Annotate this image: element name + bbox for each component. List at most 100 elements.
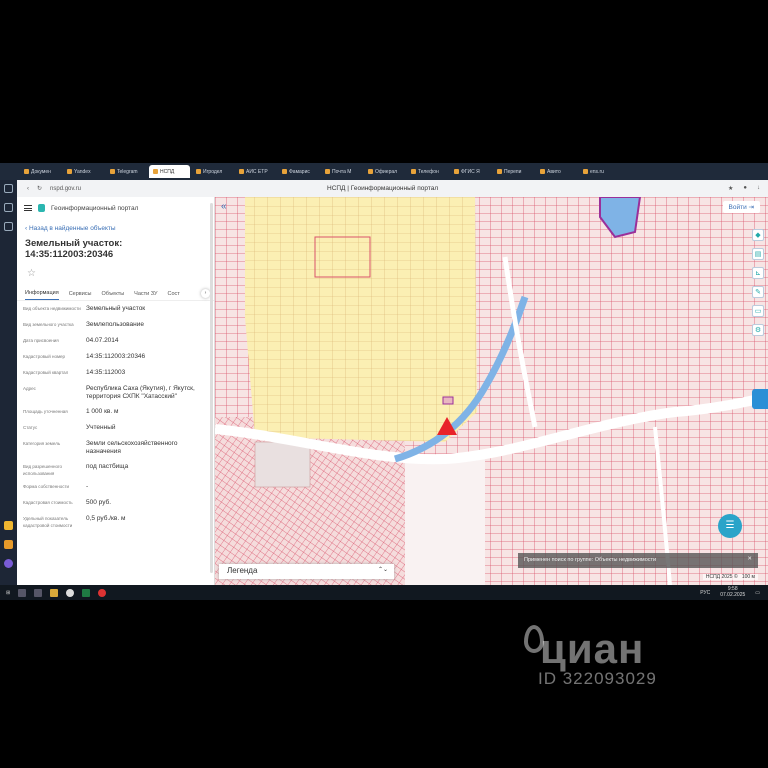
language-indicator[interactable]: РУС [700,590,710,596]
chevron-icon: ⌃⌄ [377,567,388,573]
tab-favicon [540,169,545,174]
field-value: 14:35:112003 [86,369,126,376]
info-row: Удельный показатель кадастровой стоимост… [23,515,208,529]
browser-tab[interactable]: Перепи [493,165,534,178]
map-canvas[interactable] [215,197,768,585]
panel-tab[interactable]: Информация [25,290,59,300]
field-label: Адрес [23,386,36,391]
profile-icon[interactable]: ● [743,185,747,192]
sidebar-mail-icon[interactable] [4,540,13,549]
field-label: Удельный показатель кадастровой стоимост… [23,516,73,529]
start-icon[interactable]: ⊞ [6,590,10,596]
tabs-next-button[interactable]: › [201,289,210,298]
favorite-star-icon[interactable]: ☆ [17,260,214,287]
browser-tab-bar: Докумен Yandex Telegram НСПД Игродел АИС ЕТР Ф… [0,163,768,180]
field-label: Кадастровый квартал [23,370,69,375]
panel-tab[interactable]: Сост [168,291,180,297]
info-row: Вид объекта недвижимости Земельный участо… [23,305,208,315]
tab-favicon [411,169,416,174]
bookmark-icon[interactable]: ★ [728,185,733,192]
browser-tab[interactable]: НСПД [149,165,190,178]
sidebar-video-icon[interactable] [4,184,13,193]
tab-label: Авито [547,168,561,175]
back-icon[interactable]: ‹ [27,186,29,192]
tab-favicon [153,169,158,174]
notifications-icon[interactable]: ▭ [755,590,760,596]
print-icon[interactable]: ▭ [752,305,764,317]
browser-tab[interactable]: Почта М [321,165,362,178]
field-value: 500 руб. [86,499,112,507]
excel-icon[interactable] [82,588,91,597]
field-value: 04.07.2014 [86,337,119,344]
login-button[interactable]: Войти ⇥ [722,201,760,213]
basemap-icon[interactable]: ▤ [752,248,764,260]
sidebar-vk-icon[interactable] [4,203,13,212]
screen: Докумен Yandex Telegram НСПД Игродел АИС ЕТР Ф… [0,163,768,600]
field-label: Дата присвоения [23,338,59,343]
info-row: Категория земель Земли сельскохозяйственн… [23,440,208,457]
browser-tab[interactable]: АИС ЕТР [235,165,276,178]
close-icon[interactable]: ✕ [747,556,752,562]
panel-scrollbar[interactable] [210,203,213,573]
sidebar-assistant-icon[interactable] [4,559,13,568]
field-value: 1 000 кв. м [86,407,119,415]
browser-tab[interactable]: Фамарис [278,165,319,178]
reload-icon[interactable]: ↻ [37,185,42,192]
app-icon[interactable] [98,588,107,597]
browser-tab[interactable]: Игродел [192,165,233,178]
selected-parcel[interactable] [442,396,454,405]
panel-tab[interactable]: Сервисы [69,291,92,297]
panel-tab[interactable]: Объекты [101,291,124,297]
download-icon[interactable]: ↓ [757,185,760,192]
browser-tab[interactable]: Telegram [106,165,147,178]
measure-icon[interactable]: ⊾ [752,267,764,279]
tab-favicon [196,169,201,174]
field-label: Кадастровый номер [23,354,66,359]
tab-favicon [24,169,29,174]
browser-icon[interactable] [66,588,75,597]
url[interactable]: nspd.gov.ru [50,186,81,192]
browser-tab[interactable]: Докумен [20,165,61,178]
taskview-icon[interactable] [34,588,43,597]
browser-tab[interactable]: ens.ru [579,165,620,178]
collapse-panel-icon[interactable]: « [221,201,227,212]
browser-tab[interactable]: Телефон [407,165,448,178]
info-row: Вид разрешенного использования под пастби… [23,463,208,477]
settings-icon[interactable]: ⚙ [752,324,764,336]
tab-label: ФГИС Я [461,168,480,175]
info-row: Адрес Республика Саха (Якутия), г Якутск,… [23,385,208,402]
browser-tab[interactable]: Офиерал [364,165,405,178]
field-value: под пастбища [86,462,129,470]
info-row: Кадастровая стоимость 500 руб. [23,499,208,509]
back-link-label: Назад в найденные объекты [28,225,116,232]
watermark-pin-icon [524,625,544,653]
chat-button[interactable]: ☰ [718,514,742,538]
back-link[interactable]: ‹ Назад в найденные объекты [17,219,214,238]
info-row: Кадастровый квартал 14:35:112003 [23,369,208,379]
cadastral-map[interactable]: « Войти ⇥ ◆ ▤ ⊾ ✎ ▭ ⚙ ☰ Легенда ⌃⌄ Примен… [215,197,768,585]
panel-tab[interactable]: Части ЗУ [134,291,157,297]
browser-tab[interactable]: ФГИС Я [450,165,491,178]
legend-toggle[interactable]: Легенда ⌃⌄ [219,564,394,579]
side-widget-tab[interactable] [752,389,768,409]
field-value: Земли сельскохозяйственного назначения [86,439,178,456]
menu-icon[interactable] [24,205,32,211]
sidebar-app-icon[interactable] [4,521,13,530]
sidebar-profile-icon[interactable] [4,222,13,231]
field-label: Форма собственности [23,484,70,490]
address-bar[interactable]: ‹ ↻ nspd.gov.ru НСПД | Геоинформационный… [17,180,768,197]
layers-icon[interactable]: ◆ [752,229,764,241]
clock[interactable]: 9:58 07.02.2025 [720,586,745,598]
page-title: НСПД | Геоинформационный портал [327,185,439,192]
field-block [254,441,311,488]
field-value: Земельный участок [86,305,146,312]
explorer-icon[interactable] [50,588,59,597]
search-icon[interactable] [18,588,27,597]
browser-tab[interactable]: Авито [536,165,577,178]
field-label: Вид земельного участка [23,322,74,327]
info-row: Дата присвоения 04.07.2014 [23,337,208,347]
browser-tab[interactable]: Yandex [63,165,104,178]
legend-label: Легенда [227,566,258,575]
agricultural-parcels [245,197,477,442]
draw-icon[interactable]: ✎ [752,286,764,298]
